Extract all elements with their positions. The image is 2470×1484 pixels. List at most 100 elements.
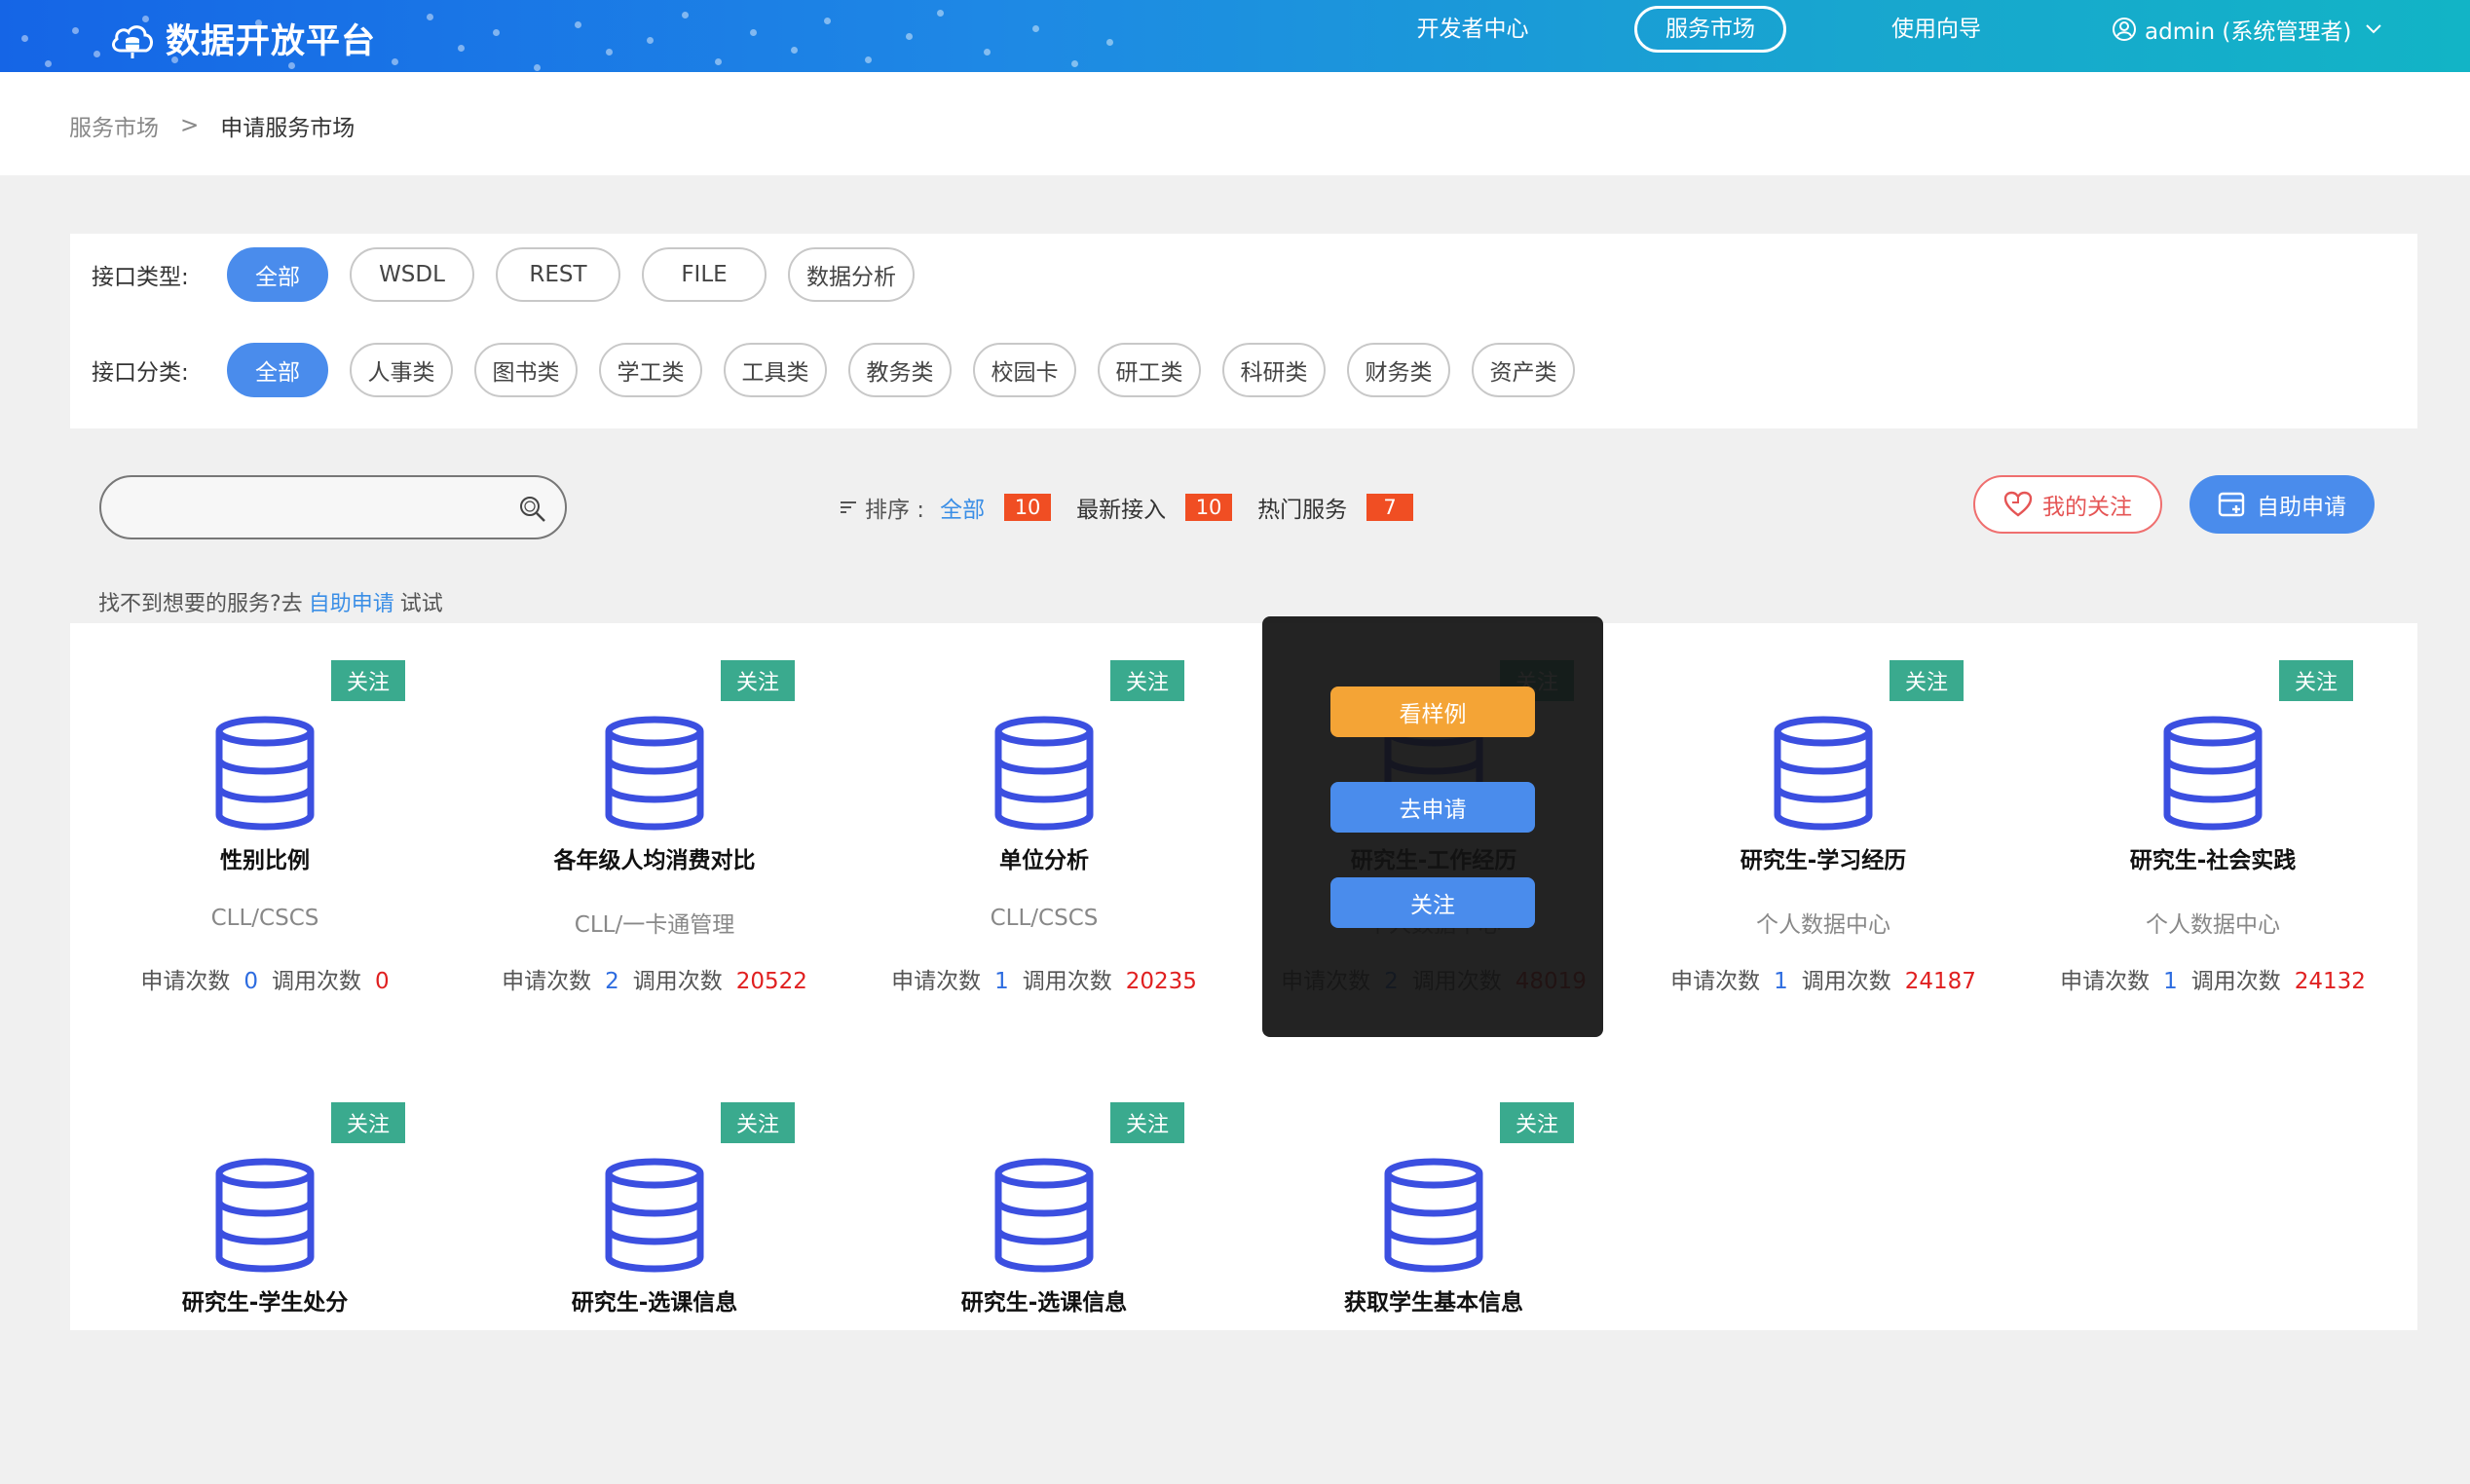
interface-category-chip[interactable]: 工具类 — [724, 343, 827, 397]
apply-count-value: 1 — [1774, 969, 1788, 994]
interface-type-label: 接口类型: — [92, 265, 189, 290]
interface-category-chip[interactable]: 研工类 — [1098, 343, 1201, 397]
breadcrumb-root[interactable]: 服务市场 — [69, 109, 159, 142]
nav-usage-guide[interactable]: 使用向导 — [1862, 6, 2010, 53]
apply-count-value: 1 — [994, 969, 1009, 994]
card-title: 获取学生基本信息 — [1344, 1290, 1523, 1316]
header-decor-dot — [791, 47, 798, 54]
follow-tag-button[interactable]: 关注 — [721, 660, 795, 701]
card-stats: 申请次数 2 调用次数 20522 — [460, 962, 849, 995]
sort-count-badge: 10 — [1185, 494, 1233, 521]
database-icon — [1773, 716, 1874, 831]
nav-developer-center[interactable]: 开发者中心 — [1395, 6, 1551, 53]
follow-tag-button[interactable]: 关注 — [1890, 660, 1964, 701]
header-decor-dot — [750, 29, 757, 36]
card-subtitle: 个人数据中心 — [2146, 912, 2280, 938]
nav-service-market[interactable]: 服务市场 — [1634, 6, 1786, 53]
follow-tag-button[interactable]: 关注 — [1110, 660, 1184, 701]
database-icon — [2162, 716, 2264, 831]
interface-category-chip[interactable]: 学工类 — [599, 343, 702, 397]
interface-type-chips: 全部 WSDL REST FILE 数据分析 — [227, 247, 936, 302]
call-count-value: 20522 — [735, 969, 807, 994]
interface-type-chip[interactable]: 数据分析 — [788, 247, 915, 302]
interface-category-chip[interactable]: 人事类 — [350, 343, 453, 397]
site-logo[interactable]: 数据开放平台 — [109, 14, 376, 63]
header-decor-dot — [171, 56, 178, 63]
call-count-value: 24132 — [2294, 969, 2366, 994]
my-follow-button[interactable]: 我的关注 — [1973, 475, 2162, 534]
service-card[interactable]: 关注获取学生基本信息 — [1239, 1065, 1628, 1484]
service-card[interactable]: 关注 研究生-选课信息 — [849, 1065, 1239, 1484]
service-card[interactable]: 关注 单位分析 CLL/CSCS 申请次数 1 调用次数 20235 — [849, 623, 1239, 1042]
search-input[interactable] — [123, 487, 497, 530]
go-apply-button[interactable]: 去申请 — [1330, 782, 1535, 833]
apply-count-value: 2 — [605, 969, 619, 994]
call-count-label: 调用次数 — [2190, 969, 2281, 994]
header-decor-dot — [94, 51, 100, 57]
interface-category-chip[interactable]: 教务类 — [848, 343, 952, 397]
follow-tag-button[interactable]: 关注 — [721, 1102, 795, 1143]
header-decor-dot — [1032, 25, 1039, 32]
header-decor-dot — [427, 14, 433, 20]
top-header: 数据开放平台 开发者中心 服务市场 使用向导 admin (系统管理者) — [0, 0, 2470, 72]
search-icon[interactable] — [518, 495, 547, 524]
header-decor-dot — [222, 39, 229, 46]
header-decor-dot — [392, 58, 398, 65]
card-title: 研究生-学习经历 — [1740, 848, 1907, 873]
interface-category-chip[interactable]: 图书类 — [474, 343, 578, 397]
sort-option[interactable]: 最新接入 — [1076, 491, 1166, 524]
follow-tag-button[interactable]: 关注 — [1500, 1102, 1574, 1143]
interface-category-chips: 全部 人事类 图书类 学工类 工具类 教务类 校园卡 研工类 科研类 财务类 资产类 — [227, 343, 1596, 397]
interface-type-chip[interactable]: 全部 — [227, 247, 328, 302]
service-card[interactable]: 关注 研究生-学生处分 — [70, 1065, 460, 1484]
call-count-label: 调用次数 — [272, 969, 361, 994]
service-card[interactable]: 关注 各年级人均消费对比 CLL/一卡通管理 申请次数 2 调用次数 20522 — [460, 623, 849, 1042]
card-subtitle: CLL/一卡通管理 — [574, 912, 735, 938]
database-icon — [604, 1158, 705, 1273]
header-decor-dot — [534, 64, 541, 71]
interface-category-chip[interactable]: 科研类 — [1222, 343, 1326, 397]
user-circle-icon — [2113, 18, 2136, 41]
apply-count-label: 申请次数 — [502, 969, 592, 994]
apply-count-label: 申请次数 — [1670, 969, 1761, 994]
cloud-database-icon — [112, 24, 153, 58]
call-count-value: 0 — [375, 969, 390, 994]
interface-type-row: 接口类型: 全部 WSDL REST FILE 数据分析 — [70, 247, 936, 302]
card-title: 性别比例 — [220, 848, 310, 873]
header-decor-dot — [458, 45, 465, 52]
card-subtitle: CLL/CSCS — [210, 906, 319, 931]
header-decor-dot — [288, 62, 295, 69]
header-decor-dot — [906, 33, 913, 40]
follow-tag-button[interactable]: 关注 — [331, 660, 405, 701]
interface-type-chip[interactable]: WSDL — [350, 247, 474, 302]
service-card[interactable]: 关注 研究生-学习经历 个人数据中心 申请次数 1 调用次数 24187 — [1628, 623, 2018, 1042]
service-card[interactable]: 关注 研究生-选课信息 — [460, 1065, 849, 1484]
header-decor-dot — [255, 19, 262, 26]
service-card[interactable]: 关注 性别比例 CLL/CSCS 申请次数 0 调用次数 0 — [70, 623, 460, 1042]
sort-option[interactable]: 全部 — [940, 491, 985, 524]
user-menu[interactable]: admin (系统管理者) — [2112, 6, 2390, 53]
service-card[interactable]: 关注 研究生-社会实践 个人数据中心 申请次数 1 调用次数 24132 — [2018, 623, 2408, 1042]
apply-count-label: 申请次数 — [891, 969, 982, 994]
follow-tag-button[interactable]: 关注 — [331, 1102, 405, 1143]
call-count-label: 调用次数 — [1801, 969, 1891, 994]
header-decor-dot — [824, 18, 831, 24]
header-decor-dot — [865, 56, 872, 63]
hint-self-apply-link[interactable]: 自助申请 — [309, 592, 394, 616]
interface-type-chip[interactable]: REST — [496, 247, 620, 302]
interface-type-chip[interactable]: FILE — [642, 247, 767, 302]
interface-category-chip[interactable]: 校园卡 — [973, 343, 1076, 397]
overlay-follow-button[interactable]: 关注 — [1330, 877, 1535, 928]
breadcrumb-current: 申请服务市场 — [220, 116, 356, 141]
interface-category-chip[interactable]: 财务类 — [1347, 343, 1450, 397]
follow-tag-button[interactable]: 关注 — [2279, 660, 2353, 701]
interface-category-chip[interactable]: 全部 — [227, 343, 328, 397]
header-decor-dot — [72, 27, 79, 34]
self-apply-label: 自助申请 — [2257, 495, 2346, 520]
follow-tag-button[interactable]: 关注 — [1110, 1102, 1184, 1143]
header-decor-dot — [347, 33, 354, 40]
view-sample-button[interactable]: 看样例 — [1330, 686, 1535, 737]
sort-option[interactable]: 热门服务 — [1257, 491, 1347, 524]
self-apply-button[interactable]: 自助申请 — [2189, 475, 2375, 534]
interface-category-chip[interactable]: 资产类 — [1472, 343, 1575, 397]
